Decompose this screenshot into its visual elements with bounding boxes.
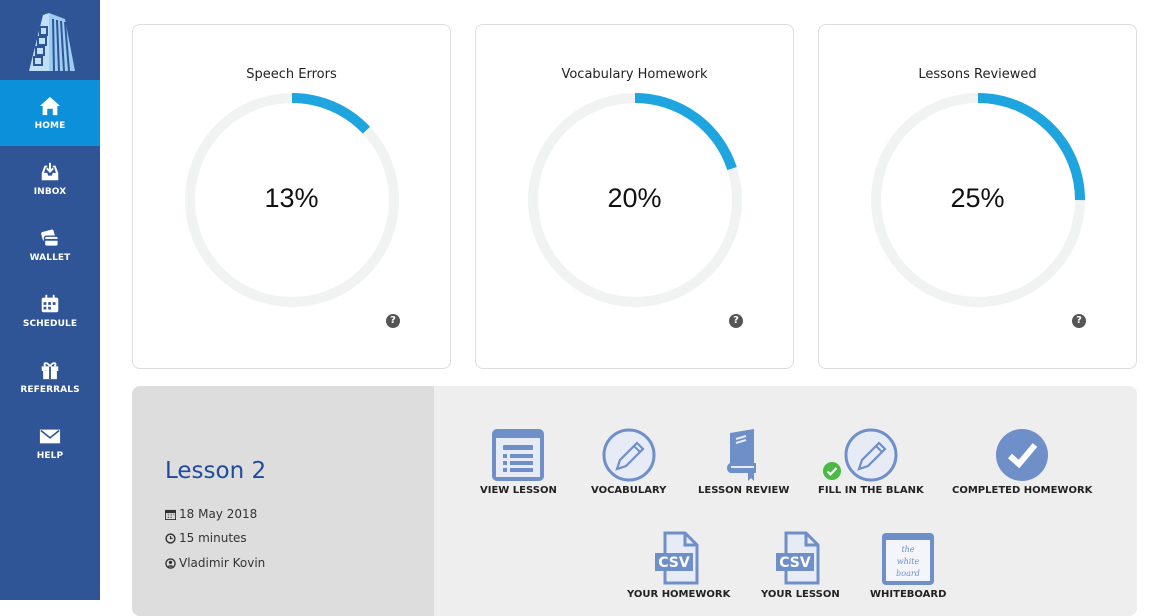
sidebar: HOME INBOX WALLET SCHEDULE REFERRALS HEL…	[0, 0, 100, 600]
lesson-date-text: 18 May 2018	[179, 507, 258, 521]
lesson-teacher: Vladimir Kovin	[165, 556, 265, 570]
csv-file-icon: CSV	[654, 531, 699, 585]
whiteboard-text-2: white	[897, 557, 920, 566]
lesson-info: Lesson 2 18 May 2018 15 minutes Vladimir…	[132, 386, 434, 616]
calendar-icon	[41, 294, 59, 313]
pencil-circle-icon	[602, 428, 656, 482]
fill-in-the-blank-button[interactable]: FILL IN THE BLANK	[818, 427, 924, 496]
clock-icon	[165, 532, 176, 544]
building-icon	[29, 13, 75, 72]
book-icon	[726, 429, 756, 481]
sidebar-item-label: SCHEDULE	[22, 319, 78, 329]
stat-value: 13%	[264, 183, 319, 213]
whiteboard-text-3: board	[896, 569, 920, 578]
lesson-title[interactable]: Lesson 2	[165, 458, 266, 484]
action-label: FILL IN THE BLANK	[818, 485, 924, 496]
action-label: VOCABULARY	[591, 485, 667, 496]
stat-value: 20%	[607, 183, 662, 213]
action-label: YOUR LESSON	[761, 589, 840, 600]
checkmark-circle-icon	[996, 429, 1049, 481]
stat-title: Vocabulary Homework	[561, 67, 708, 82]
sidebar-item-label: INBOX	[33, 187, 67, 197]
your-homework-button[interactable]: CSV YOUR HOMEWORK	[627, 531, 730, 600]
inbox-icon	[41, 162, 59, 181]
envelope-icon	[39, 429, 61, 444]
stat-value: 25%	[950, 183, 1005, 213]
calendar-icon	[165, 509, 176, 520]
help-icon[interactable]: ?	[386, 314, 400, 328]
lesson-duration-text: 15 minutes	[179, 531, 247, 545]
sidebar-item-inbox[interactable]: INBOX	[0, 146, 100, 212]
stat-card-lessons-reviewed: Lessons Reviewed 25% ?	[818, 24, 1137, 369]
action-label: VIEW LESSON	[480, 485, 557, 496]
lesson-date: 18 May 2018	[165, 507, 257, 521]
home-icon	[39, 96, 61, 116]
pencil-circle-icon	[844, 428, 898, 482]
sidebar-item-schedule[interactable]: SCHEDULE	[0, 278, 100, 344]
sidebar-item-label: REFERRALS	[20, 385, 80, 395]
svg-text:CSV: CSV	[658, 555, 690, 571]
sidebar-item-label: HELP	[36, 451, 64, 461]
sidebar-item-help[interactable]: HELP	[0, 410, 100, 476]
help-icon[interactable]: ?	[1072, 314, 1086, 328]
stat-title: Lessons Reviewed	[918, 67, 1037, 82]
lesson-duration: 15 minutes	[165, 531, 247, 545]
wallet-icon	[41, 229, 59, 247]
help-icon[interactable]: ?	[729, 314, 743, 328]
whiteboard-icon: the white board	[882, 533, 935, 585]
your-lesson-button[interactable]: CSV YOUR LESSON	[761, 531, 840, 600]
action-label: COMPLETED HOMEWORK	[952, 485, 1093, 496]
building-logo[interactable]	[0, 0, 100, 80]
lesson-review-button[interactable]: LESSON REVIEW	[698, 427, 789, 496]
sidebar-item-label: HOME	[34, 121, 66, 131]
vocabulary-button[interactable]: VOCABULARY	[591, 427, 666, 496]
csv-file-icon: CSV	[776, 531, 820, 585]
action-label: LESSON REVIEW	[698, 485, 790, 496]
action-label: WHITEBOARD	[870, 589, 947, 600]
stat-card-speech-errors: Speech Errors 13% ?	[132, 24, 451, 369]
completed-homework-button[interactable]: COMPLETED HOMEWORK	[952, 427, 1092, 496]
stat-card-vocabulary-homework: Vocabulary Homework 20% ?	[475, 24, 794, 369]
sidebar-item-referrals[interactable]: REFERRALS	[0, 344, 100, 410]
user-circle-icon	[165, 557, 176, 569]
completed-check-icon	[823, 462, 841, 480]
view-lesson-button[interactable]: VIEW LESSON	[480, 427, 557, 496]
whiteboard-text-1: the	[902, 545, 915, 554]
stat-title: Speech Errors	[246, 67, 337, 82]
action-label: YOUR HOMEWORK	[627, 589, 731, 600]
lesson-teacher-text: Vladimir Kovin	[179, 556, 266, 570]
whiteboard-button[interactable]: the white board WHITEBOARD	[870, 531, 946, 600]
sidebar-item-home[interactable]: HOME	[0, 80, 100, 146]
sidebar-item-label: WALLET	[29, 253, 71, 263]
svg-text:CSV: CSV	[780, 555, 812, 571]
sidebar-item-wallet[interactable]: WALLET	[0, 212, 100, 278]
gift-icon	[41, 362, 59, 380]
view-lesson-icon	[492, 429, 545, 481]
lesson-panel: Lesson 2 18 May 2018 15 minutes Vladimir…	[132, 386, 1137, 616]
